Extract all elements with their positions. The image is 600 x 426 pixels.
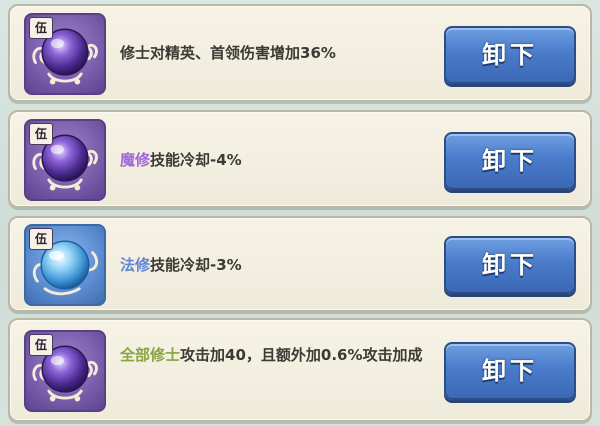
grade-badge: 伍	[29, 17, 53, 39]
item-slot[interactable]: 伍	[24, 330, 106, 412]
grade-badge: 伍	[29, 228, 53, 250]
item-description: 修士对精英、首领伤害增加36%	[120, 41, 440, 66]
item-description: 法修技能冷却-3%	[120, 253, 440, 278]
grade-badge: 伍	[29, 123, 53, 145]
description-highlight: 全部修士	[120, 346, 181, 364]
list-item: 伍 全部修士攻击加40，且额外加0.6%攻击加成 卸下	[8, 318, 592, 422]
item-description: 全部修士攻击加40，且额外加0.6%攻击加成	[120, 343, 440, 368]
unequip-button[interactable]: 卸下	[444, 236, 576, 294]
equipped-list-panel: 伍 修士对精英、首领伤害增加36% 卸下 伍 魔修技能冷却-4% 卸下 伍 法修…	[0, 0, 600, 426]
item-slot[interactable]: 伍	[24, 119, 106, 201]
list-item: 伍 修士对精英、首领伤害增加36% 卸下	[8, 4, 592, 102]
item-slot[interactable]: 伍	[24, 224, 106, 306]
description-highlight: 法修	[120, 256, 151, 274]
description-text: 技能冷却-3%	[150, 256, 242, 274]
list-item: 伍 魔修技能冷却-4% 卸下	[8, 110, 592, 208]
unequip-button[interactable]: 卸下	[444, 26, 576, 84]
item-description: 魔修技能冷却-4%	[120, 148, 440, 173]
unequip-button[interactable]: 卸下	[444, 342, 576, 400]
description-text: 修士对精英、首领伤害增加36%	[120, 44, 336, 62]
unequip-button[interactable]: 卸下	[444, 132, 576, 190]
description-highlight: 魔修	[120, 151, 151, 169]
grade-badge: 伍	[29, 334, 53, 356]
description-text: 攻击加40，且额外加0.6%攻击加成	[180, 346, 423, 364]
description-text: 技能冷却-4%	[150, 151, 242, 169]
list-item: 伍 法修技能冷却-3% 卸下	[8, 216, 592, 312]
item-slot[interactable]: 伍	[24, 13, 106, 95]
